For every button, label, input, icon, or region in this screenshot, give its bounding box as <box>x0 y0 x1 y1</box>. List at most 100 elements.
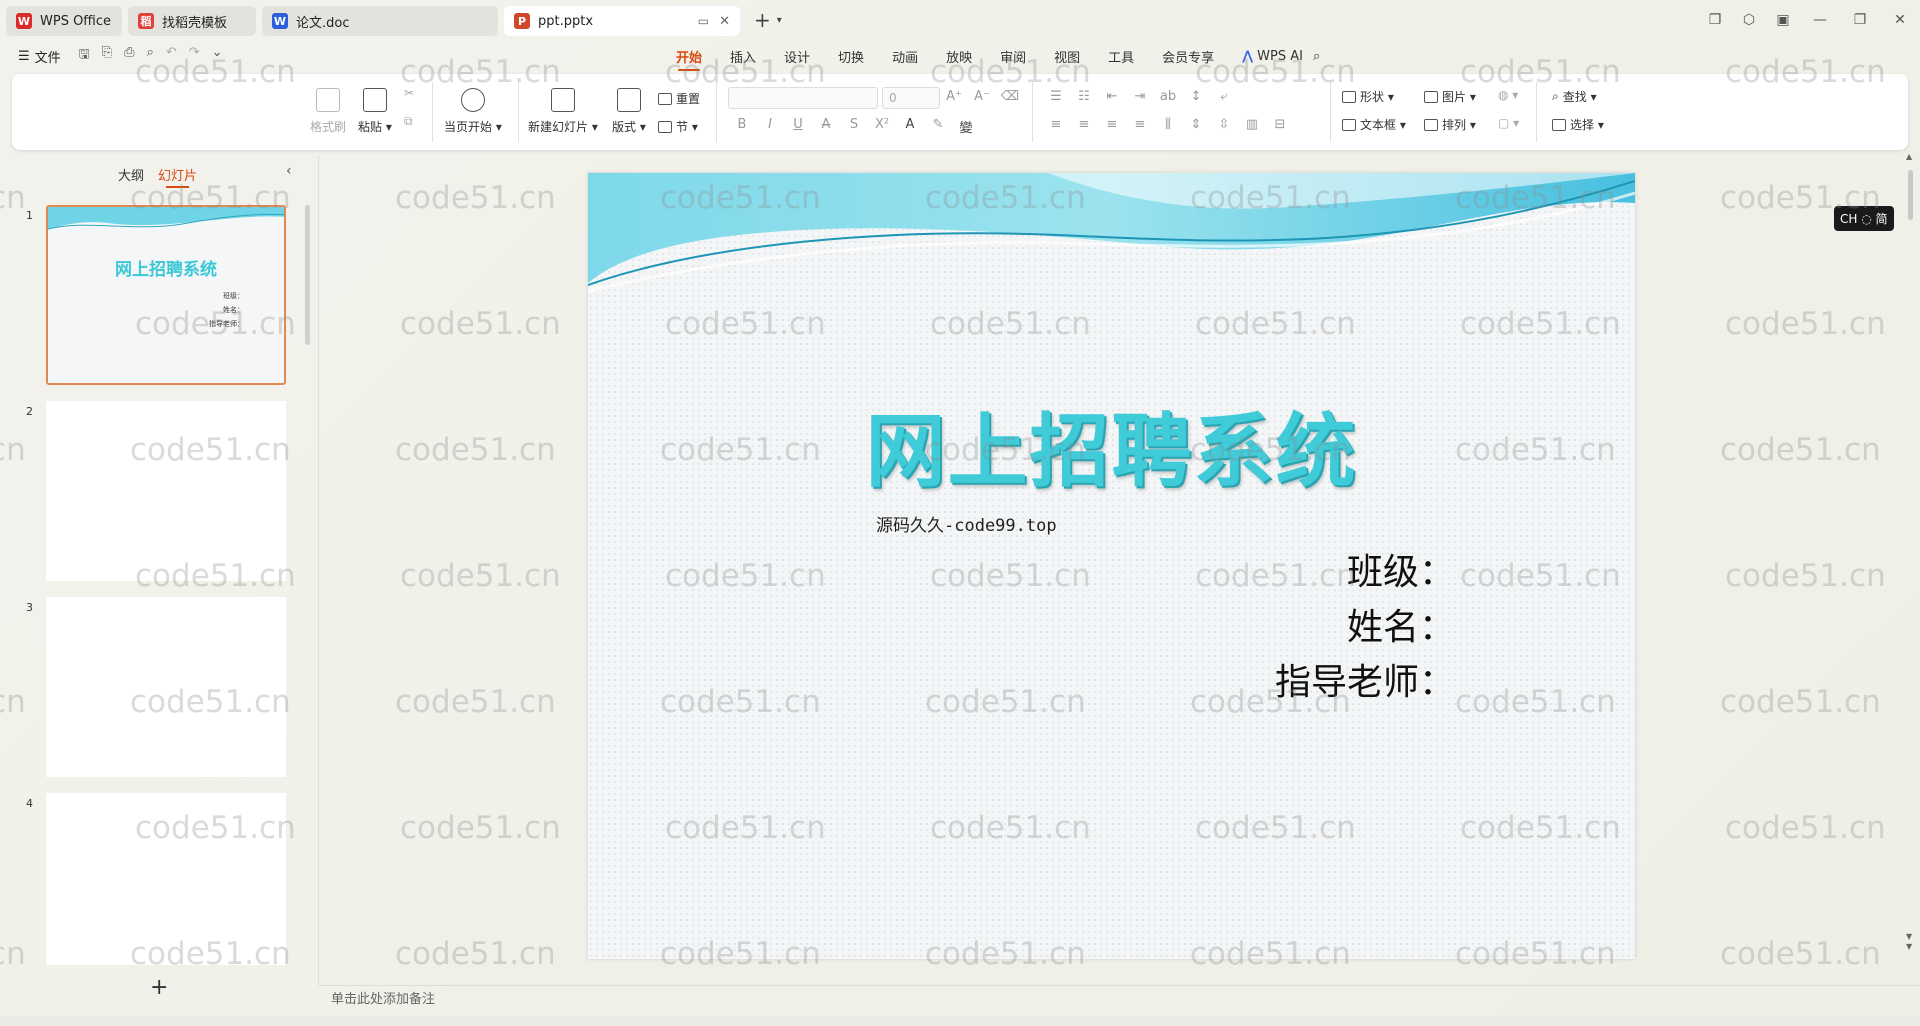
ime-indicator[interactable]: CH ◌ 简 <box>1834 206 1894 231</box>
strikethrough-icon[interactable]: A <box>812 117 840 136</box>
new-tab-icon[interactable]: + <box>754 8 771 32</box>
chevron-down-icon[interactable]: ▾ <box>777 15 782 26</box>
scroll-up-icon[interactable]: ▲ <box>1906 152 1912 161</box>
column-icon[interactable]: ▥ <box>1238 117 1266 132</box>
tab-outline[interactable]: 大纲 <box>118 165 144 184</box>
bullet-list-icon[interactable]: ☰ <box>1042 89 1070 104</box>
phonetic-icon[interactable]: 變 <box>952 117 980 136</box>
undo-icon[interactable]: ↶ <box>166 45 177 67</box>
copy-icon[interactable]: ⧉ <box>404 114 413 129</box>
redo-icon[interactable]: ↷ <box>189 45 200 67</box>
tile-icon[interactable]: ❐ <box>1698 12 1732 28</box>
slide-title[interactable]: 网上招聘系统 <box>588 387 1635 503</box>
close-tab-icon[interactable]: ✕ <box>719 14 730 29</box>
file-menu[interactable]: ☰ 文件 <box>18 47 61 66</box>
font-color-icon[interactable]: A <box>896 117 924 136</box>
shadow-icon[interactable]: S <box>840 117 868 136</box>
section-button[interactable]: 节 ▾ <box>658 118 698 135</box>
panel-scrollbar[interactable] <box>305 205 310 345</box>
search-icon[interactable]: ⌕ <box>1313 49 1320 64</box>
paste-button[interactable]: 粘贴 ▾ <box>358 88 392 135</box>
more-tools-chevron-icon[interactable]: ⌄ <box>212 45 223 67</box>
collapse-panel-icon[interactable]: ‹ <box>286 163 292 179</box>
layout-button[interactable]: 版式 ▾ <box>612 88 646 135</box>
line-spacing-icon[interactable]: ↕ <box>1182 89 1210 104</box>
italic-icon[interactable]: I <box>756 117 784 136</box>
shrink-font-icon[interactable]: A⁻ <box>968 89 996 104</box>
tab-word-doc[interactable]: W 论文.doc <box>262 6 498 36</box>
highlight-icon[interactable]: ✎ <box>924 117 952 136</box>
monitor-icon[interactable]: ▭ <box>698 14 709 28</box>
export-icon[interactable]: ⎘ <box>102 45 112 67</box>
save-icon[interactable]: 🖫 <box>79 45 90 67</box>
superscript-icon[interactable]: X² <box>868 117 896 136</box>
print-icon[interactable]: ⎙ <box>124 45 134 67</box>
slide-subtitle[interactable]: 源码久久-code99.top <box>876 511 1057 536</box>
add-slide-icon[interactable]: + <box>150 975 168 1000</box>
ribbon-tab-review[interactable]: 审阅 <box>1000 47 1026 66</box>
arrange-button[interactable]: 排列 ▾ <box>1424 116 1476 133</box>
ribbon-tab-animation[interactable]: 动画 <box>892 47 918 66</box>
clear-format-icon[interactable]: ⌫ <box>996 89 1024 104</box>
tab-wps-office[interactable]: W WPS Office <box>6 6 122 36</box>
align-center-icon[interactable]: ≡ <box>1070 117 1098 132</box>
slide-thumbnail-3[interactable] <box>46 597 286 777</box>
cube-icon[interactable]: ⬡ <box>1732 12 1766 28</box>
align-right-icon[interactable]: ≡ <box>1098 117 1126 132</box>
shape-button[interactable]: 形状 ▾ <box>1342 88 1394 105</box>
ribbon-tab-member[interactable]: 会员专享 <box>1162 47 1214 66</box>
ribbon-tab-view[interactable]: 视图 <box>1054 47 1080 66</box>
cut-icon[interactable]: ✂ <box>404 86 414 100</box>
ribbon-tab-transition[interactable]: 切换 <box>838 47 864 66</box>
slide-canvas[interactable]: 网上招聘系统 源码久久-code99.top 班级： 姓名： 指导老师： <box>588 173 1635 959</box>
fill-icon[interactable]: ◍ ▾ <box>1498 88 1518 102</box>
panel-divider[interactable] <box>318 155 319 985</box>
font-family-select[interactable] <box>728 87 878 109</box>
scroll-down-icon[interactable]: ▼ ▼ <box>1906 932 1912 952</box>
slide-thumbnail-1[interactable]: 网上招聘系统 班级： 姓名： 指导老师： <box>46 205 286 385</box>
avatar-icon[interactable]: ▣ <box>1766 12 1800 28</box>
picture-button[interactable]: 图片 ▾ <box>1424 88 1476 105</box>
start-from-current-button[interactable]: 当页开始 ▾ <box>444 88 502 135</box>
reset-button[interactable]: 重置 <box>658 90 700 107</box>
find-button[interactable]: ⌕ 查找 ▾ <box>1552 88 1597 105</box>
notes-area[interactable]: 单击此处添加备注 <box>319 985 1920 1013</box>
align-left-icon[interactable]: ≡ <box>1042 117 1070 132</box>
wps-ai-button[interactable]: ⋀ WPS AI <box>1242 49 1303 64</box>
tab-docer[interactable]: 稻 找稻壳模板 <box>128 6 256 36</box>
increase-indent-icon[interactable]: ⇥ <box>1126 89 1154 104</box>
format-painter-button[interactable]: 格式刷 <box>310 88 346 135</box>
ribbon-tab-home[interactable]: 开始 <box>676 47 702 71</box>
print-preview-icon[interactable]: ⌕ <box>147 45 154 67</box>
close-window-icon[interactable]: ✕ <box>1880 12 1920 28</box>
editor-scrollbar[interactable] <box>1908 170 1913 220</box>
ribbon-tab-tools[interactable]: 工具 <box>1108 47 1134 66</box>
ribbon-tab-slideshow[interactable]: 放映 <box>946 47 972 66</box>
slide-thumbnail-4[interactable] <box>46 793 286 965</box>
restore-icon[interactable]: ❐ <box>1840 12 1880 28</box>
distribute-icon[interactable]: ⫼ <box>1154 117 1182 132</box>
text-box-align-icon[interactable]: ⊟ <box>1266 117 1294 132</box>
tab-ppt[interactable]: P ppt.pptx ▭ ✕ <box>504 6 740 36</box>
font-size-select[interactable]: 0 <box>882 87 940 109</box>
select-button[interactable]: 选择 ▾ <box>1552 116 1604 133</box>
grow-font-icon[interactable]: A⁺ <box>940 89 968 104</box>
slide-info-block[interactable]: 班级： 姓名： 指导老师： <box>1275 545 1455 710</box>
minimize-icon[interactable]: — <box>1800 12 1840 28</box>
numbered-list-icon[interactable]: ☷ <box>1070 89 1098 104</box>
vertical-align-icon[interactable]: ⇕ <box>1182 117 1210 132</box>
justify-icon[interactable]: ≡ <box>1126 117 1154 132</box>
decrease-indent-icon[interactable]: ⇤ <box>1098 89 1126 104</box>
text-wrap-icon[interactable]: ⤶ <box>1210 89 1238 104</box>
bold-icon[interactable]: B <box>728 117 756 136</box>
ribbon-tab-design[interactable]: 设计 <box>784 47 810 66</box>
text-direction-icon[interactable]: ab <box>1154 89 1182 104</box>
underline-icon[interactable]: U <box>784 117 812 136</box>
spacing-icon[interactable]: ⇳ <box>1210 117 1238 132</box>
new-slide-button[interactable]: 新建幻灯片 ▾ <box>528 88 598 135</box>
tab-slides[interactable]: 幻灯片 <box>158 165 197 188</box>
outline-icon[interactable]: ▢ ▾ <box>1498 116 1519 130</box>
textbox-button[interactable]: 文本框 ▾ <box>1342 116 1406 133</box>
ribbon-tab-insert[interactable]: 插入 <box>730 47 756 66</box>
slide-thumbnail-2[interactable] <box>46 401 286 581</box>
